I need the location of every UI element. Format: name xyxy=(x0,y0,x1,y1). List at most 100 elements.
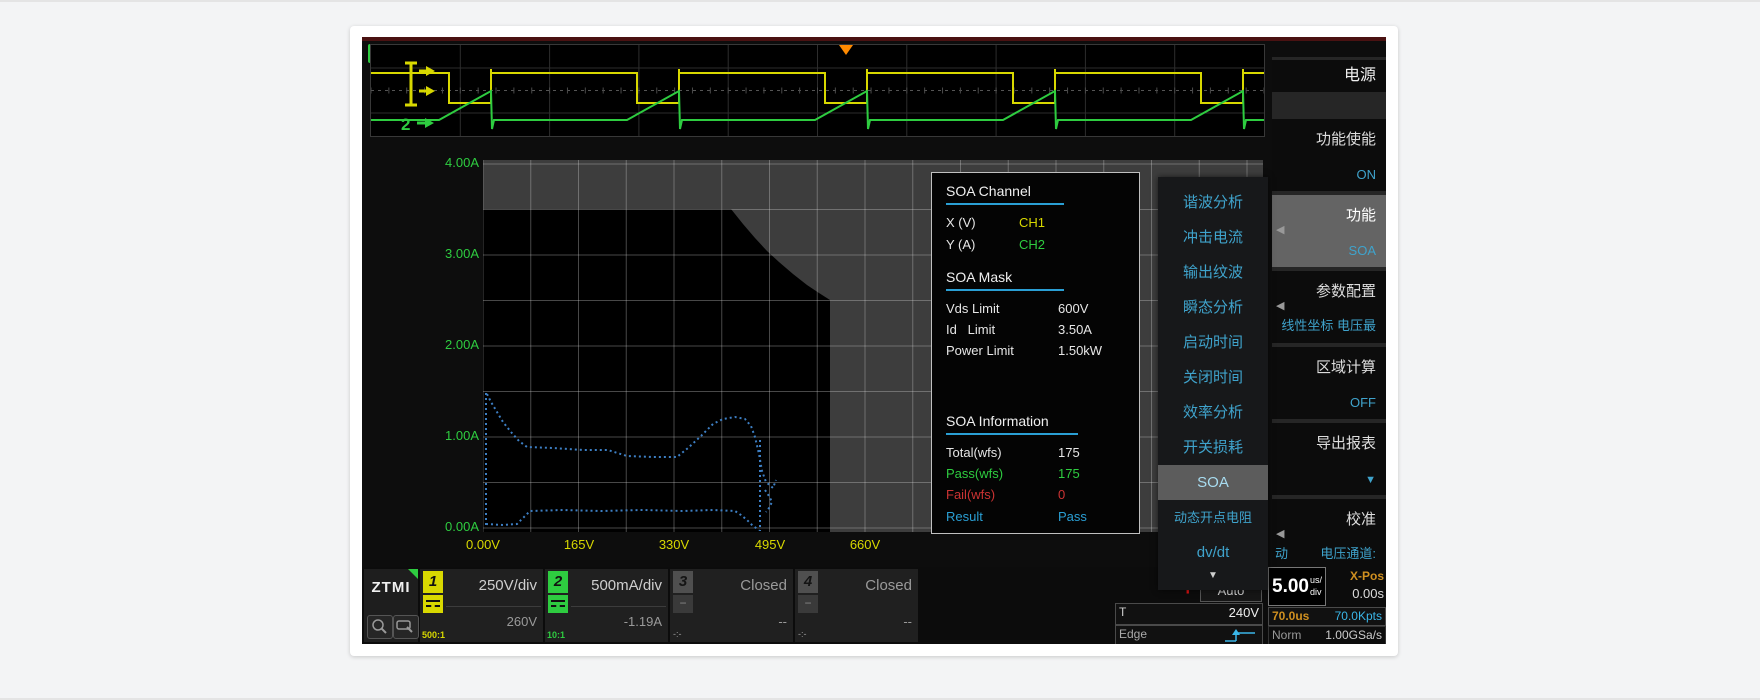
menu-item-transient[interactable]: 瞬态分析 xyxy=(1158,290,1268,325)
x-axis-tick: 330V xyxy=(634,537,714,552)
trigger-level-row[interactable]: T 240V xyxy=(1115,603,1263,625)
softkey-value: 电压通道: xyxy=(1320,543,1376,562)
y-axis-tick: 3.00A xyxy=(422,246,479,261)
channel2-badge: 2 xyxy=(548,571,568,593)
channel3-scale: Closed xyxy=(740,577,787,594)
menu-item-dyn-res[interactable]: 动态开点电阻 xyxy=(1158,500,1268,535)
softkey-value-fragment: 动 xyxy=(1275,543,1288,562)
channel4-coupling-icon: − xyxy=(798,595,818,613)
channel4-probe-ratio: -:- xyxy=(798,629,807,639)
channel1-badge: 1 xyxy=(423,571,443,593)
menu-item-soa-selected[interactable]: SOA xyxy=(1158,465,1268,500)
softkey-function[interactable]: ◀ 功能 SOA xyxy=(1272,195,1386,267)
soa-info-panel: SOA Channel X (V) CH1 Y (A) CH2 SOA Mask… xyxy=(931,172,1140,534)
y-axis-tick: 2.00A xyxy=(422,337,479,352)
brand-logo: ZTMI xyxy=(364,569,418,642)
arrow-right-icon xyxy=(426,86,435,96)
gesture-icon-2[interactable] xyxy=(393,615,419,639)
sample-rate: 1.00GSa/s xyxy=(1325,628,1382,642)
softkey-export-report[interactable]: 导出报表 ▼ xyxy=(1272,423,1386,495)
channel4-block[interactable]: 4 − -:- Closed -- xyxy=(795,569,918,642)
channel1-scale: 250V/div xyxy=(479,577,537,594)
row-label: Total(wfs) xyxy=(946,445,1002,460)
arrow-right-icon xyxy=(426,66,435,76)
arrow-right-icon xyxy=(425,118,434,128)
trigger-level: 240V xyxy=(1229,605,1259,620)
row-value: CH1 xyxy=(1019,215,1045,230)
softkey-label: 功能使能 xyxy=(1316,128,1376,149)
softkey-area-calc[interactable]: 区域计算 OFF xyxy=(1272,347,1386,419)
channel3-block[interactable]: 3 − -:- Closed -- xyxy=(670,569,793,642)
oscilloscope-screen: 2 4.00A 3.00A 2.00A 1.00A 0.00A 0.00V 16… xyxy=(362,37,1386,644)
menu-item-startup[interactable]: 启动时间 xyxy=(1158,325,1268,360)
menu-item-shutdown[interactable]: 关闭时间 xyxy=(1158,360,1268,395)
channel3-offset: -- xyxy=(778,614,787,629)
channel2-block[interactable]: 2 10:1 500mA/div -1.19A xyxy=(545,569,668,642)
channel2-scale: 500mA/div xyxy=(591,577,662,594)
logo-text: ZTMI xyxy=(364,579,418,596)
menu-item-efficiency[interactable]: 效率分析 xyxy=(1158,395,1268,430)
menu-scroll-down-icon[interactable]: ▼ xyxy=(1158,570,1268,584)
channel1-block[interactable]: 1 500:1 250V/div 260V xyxy=(420,569,543,642)
row-value: 0 xyxy=(1058,487,1065,502)
collapse-left-icon[interactable]: ◀ xyxy=(1276,223,1284,236)
trigger-type-row[interactable]: Edge xyxy=(1115,625,1263,644)
x-axis-tick: 660V xyxy=(825,537,905,552)
menu-item-harmonic[interactable]: 谐波分析 xyxy=(1158,185,1268,220)
softkey-label: 参数配置 xyxy=(1316,280,1376,301)
timebase-scale-box[interactable]: 5.00 us/div xyxy=(1268,567,1326,606)
softkey-label: 功能 xyxy=(1346,204,1376,225)
xpos-label: X-Pos xyxy=(1350,569,1384,583)
row-value: CH2 xyxy=(1019,237,1045,252)
softkey-sidebar: 电源 功能使能 ON ◀ 功能 SOA ◀ 参数配置 线性坐标 电压最 区域计算… xyxy=(1272,57,1386,557)
menu-item-switch-loss[interactable]: 开关损耗 xyxy=(1158,430,1268,465)
collapse-left-icon[interactable]: ◀ xyxy=(1276,527,1284,540)
menu-item-dvdt[interactable]: dv/dt xyxy=(1158,535,1268,570)
collapse-left-icon[interactable]: ◀ xyxy=(1276,299,1284,312)
record-points: 70.0Kpts xyxy=(1335,609,1382,623)
softkey-param-config[interactable]: ◀ 参数配置 线性坐标 电压最 xyxy=(1272,271,1386,343)
panel-section-title: SOA Channel xyxy=(946,183,1064,205)
menu-item-ripple[interactable]: 输出纹波 xyxy=(1158,255,1268,290)
waveform-svg xyxy=(371,45,1264,136)
channel4-scale: Closed xyxy=(865,577,912,594)
row-value: 175 xyxy=(1058,445,1080,460)
sidebar-header: 电源 xyxy=(1272,60,1386,92)
trigger-source: T xyxy=(1119,605,1126,619)
channel-markers: 2 xyxy=(397,59,459,137)
logo-corner-triangle xyxy=(408,569,418,579)
soa-plot xyxy=(483,160,1263,532)
row-value: 600V xyxy=(1058,301,1088,316)
row-label: Id Limit xyxy=(946,322,995,337)
rising-edge-icon xyxy=(1222,628,1258,644)
softkey-value: 线性坐标 电压最 xyxy=(1281,315,1376,334)
acq-mode: Norm xyxy=(1272,628,1301,642)
y-axis-tick: 1.00A xyxy=(422,428,479,443)
channel4-badge: 4 xyxy=(798,571,818,593)
softkey-label: 区域计算 xyxy=(1316,356,1376,377)
softkey-calibration[interactable]: ◀ 校准 动 电压通道: xyxy=(1272,499,1386,571)
softkey-value: ON xyxy=(1357,167,1377,182)
channel3-coupling-icon: − xyxy=(673,595,693,613)
row-label: Fail(wfs) xyxy=(946,487,995,502)
time-window: 70.0us xyxy=(1272,609,1309,623)
timebase-scale: 5.00 xyxy=(1272,576,1309,598)
row-value: 1.50kW xyxy=(1058,343,1102,358)
channel1-offset: 260V xyxy=(507,614,537,629)
dropdown-arrow-icon: ▼ xyxy=(1365,474,1376,486)
channel3-badge: 3 xyxy=(673,571,693,593)
timebase-block: 5.00 us/div X-Pos 0.00s 70.0us 70.0Kpts … xyxy=(1268,567,1386,644)
softkey-function-enable[interactable]: 功能使能 ON xyxy=(1272,119,1386,191)
row-label: Y (A) xyxy=(946,237,975,252)
channel4-offset: -- xyxy=(903,614,912,629)
acquisition-row: Norm 1.00GSa/s xyxy=(1268,626,1386,644)
ch2-marker-label: 2 xyxy=(401,115,410,134)
x-axis-tick: 165V xyxy=(539,537,619,552)
menu-item-inrush[interactable]: 冲击电流 xyxy=(1158,220,1268,255)
gesture-icon-1[interactable] xyxy=(367,615,393,639)
top-status-strip xyxy=(362,37,1386,41)
row-label: Result xyxy=(946,509,983,524)
page-card: 2 4.00A 3.00A 2.00A 1.00A 0.00A 0.00V 16… xyxy=(350,26,1398,656)
softkey-value: OFF xyxy=(1350,395,1376,410)
panel-section-title: SOA Information xyxy=(946,413,1078,435)
